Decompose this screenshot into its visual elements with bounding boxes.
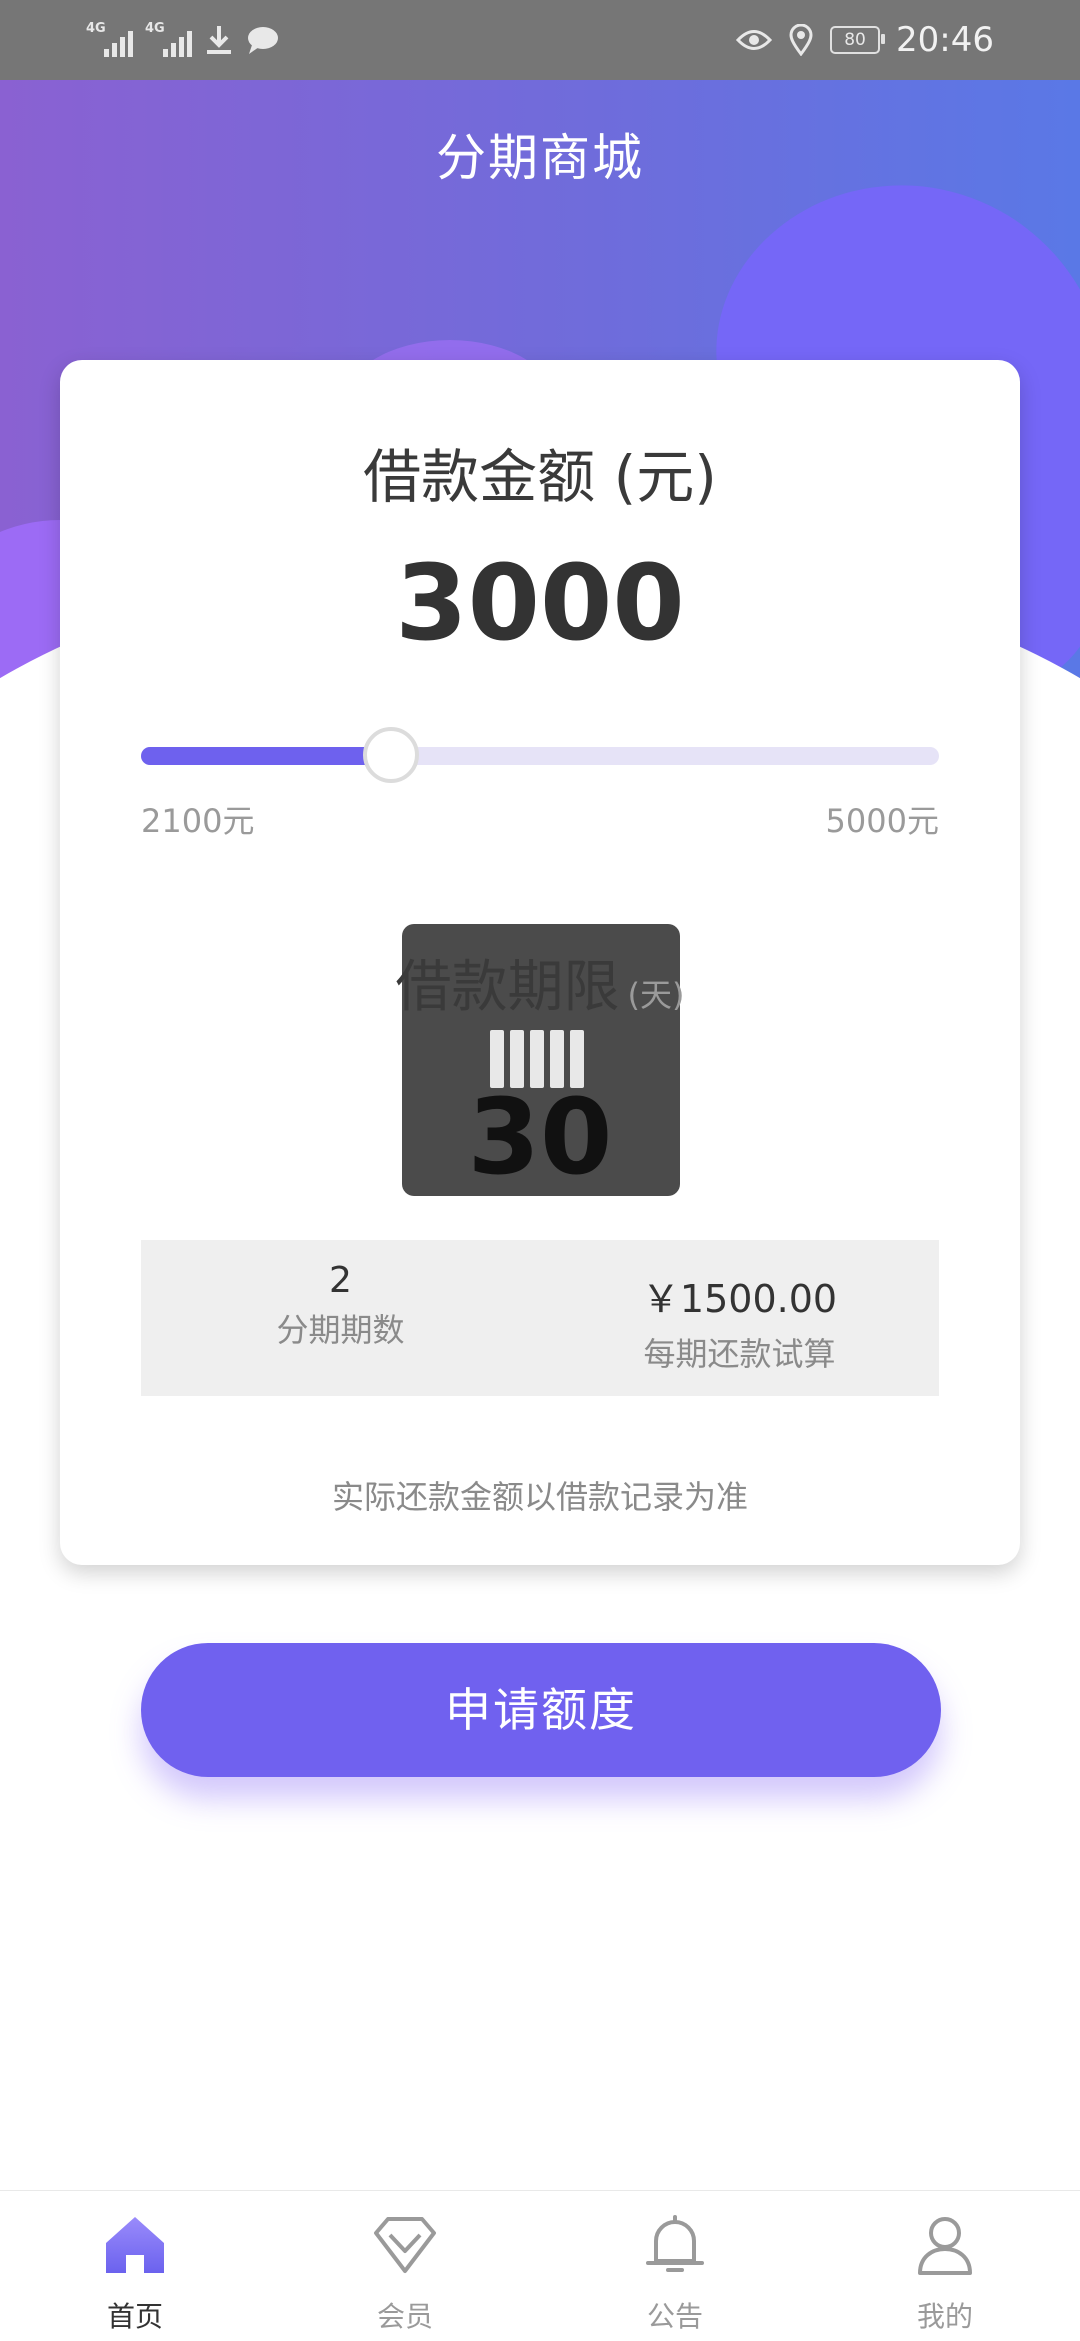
term-unit: (天)	[627, 976, 685, 1014]
slider-thumb[interactable]	[362, 727, 419, 783]
amount-slider[interactable]	[141, 727, 939, 783]
signal-type-label: 4G	[145, 21, 165, 36]
tab-label: 会员	[376, 2300, 433, 2333]
home-icon	[106, 2217, 164, 2273]
term-label: 借款期限 (天)	[60, 942, 1020, 1023]
tab-label: 公告	[646, 2300, 703, 2333]
tab-label: 我的	[916, 2300, 973, 2333]
page-title: 分期商城	[436, 129, 644, 187]
payment-block: ￥1500.00 每期还款试算	[540, 1240, 939, 1396]
user-icon	[918, 2217, 972, 2275]
bottom-tab-bar: 首页 会员 公告 我的	[0, 2190, 1080, 2341]
loan-card: 借款金额 (元) 3000 2100元 5000元 借款期限 (天) 30 2 分…	[60, 360, 1020, 1565]
term-label-text: 借款期限	[395, 955, 620, 1020]
status-bar: 4G 4G 80 20:46	[0, 0, 1080, 80]
periods-value: 2	[329, 1260, 352, 1301]
amount-value: 3000	[395, 542, 685, 664]
signal-type-label: 4G	[86, 21, 106, 36]
periods-label: 分期期数	[276, 1311, 405, 1349]
clock: 20:46	[896, 20, 994, 60]
location-icon	[789, 24, 813, 56]
download-icon	[207, 26, 231, 54]
slider-max-label: 5000元	[825, 802, 939, 840]
battery-icon: 80	[830, 26, 886, 54]
message-icon	[248, 27, 278, 54]
bell-icon	[646, 2215, 704, 2272]
battery-level: 80	[844, 30, 866, 50]
term-value: 30	[467, 1076, 613, 1198]
installment-summary: 2 分期期数 ￥1500.00 每期还款试算	[141, 1240, 939, 1396]
payment-label: 每期还款试算	[643, 1335, 836, 1373]
payment-value: ￥1500.00	[641, 1277, 838, 1321]
diamond-icon	[374, 2217, 436, 2273]
status-right: 80 20:46	[736, 18, 994, 62]
tab-home[interactable]: 首页	[0, 2191, 270, 2341]
periods-block: 2 分期期数	[141, 1240, 540, 1396]
tab-member[interactable]: 会员	[270, 2191, 540, 2341]
status-left: 4G 4G	[86, 18, 280, 62]
slider-min-label: 2100元	[141, 802, 255, 840]
tab-profile[interactable]: 我的	[810, 2191, 1080, 2341]
slider-fill	[141, 747, 389, 765]
cellular-signal-1-icon: 4G	[86, 21, 133, 57]
cellular-signal-2-icon: 4G	[145, 21, 192, 57]
amount-label: 借款金额 (元)	[363, 443, 717, 511]
apply-credit-button[interactable]: 申请额度	[141, 1643, 941, 1777]
tab-label: 首页	[106, 2300, 163, 2333]
eye-icon	[736, 30, 773, 50]
tab-notice[interactable]: 公告	[540, 2191, 810, 2341]
disclaimer-text: 实际还款金额以借款记录为准	[331, 1478, 748, 1516]
